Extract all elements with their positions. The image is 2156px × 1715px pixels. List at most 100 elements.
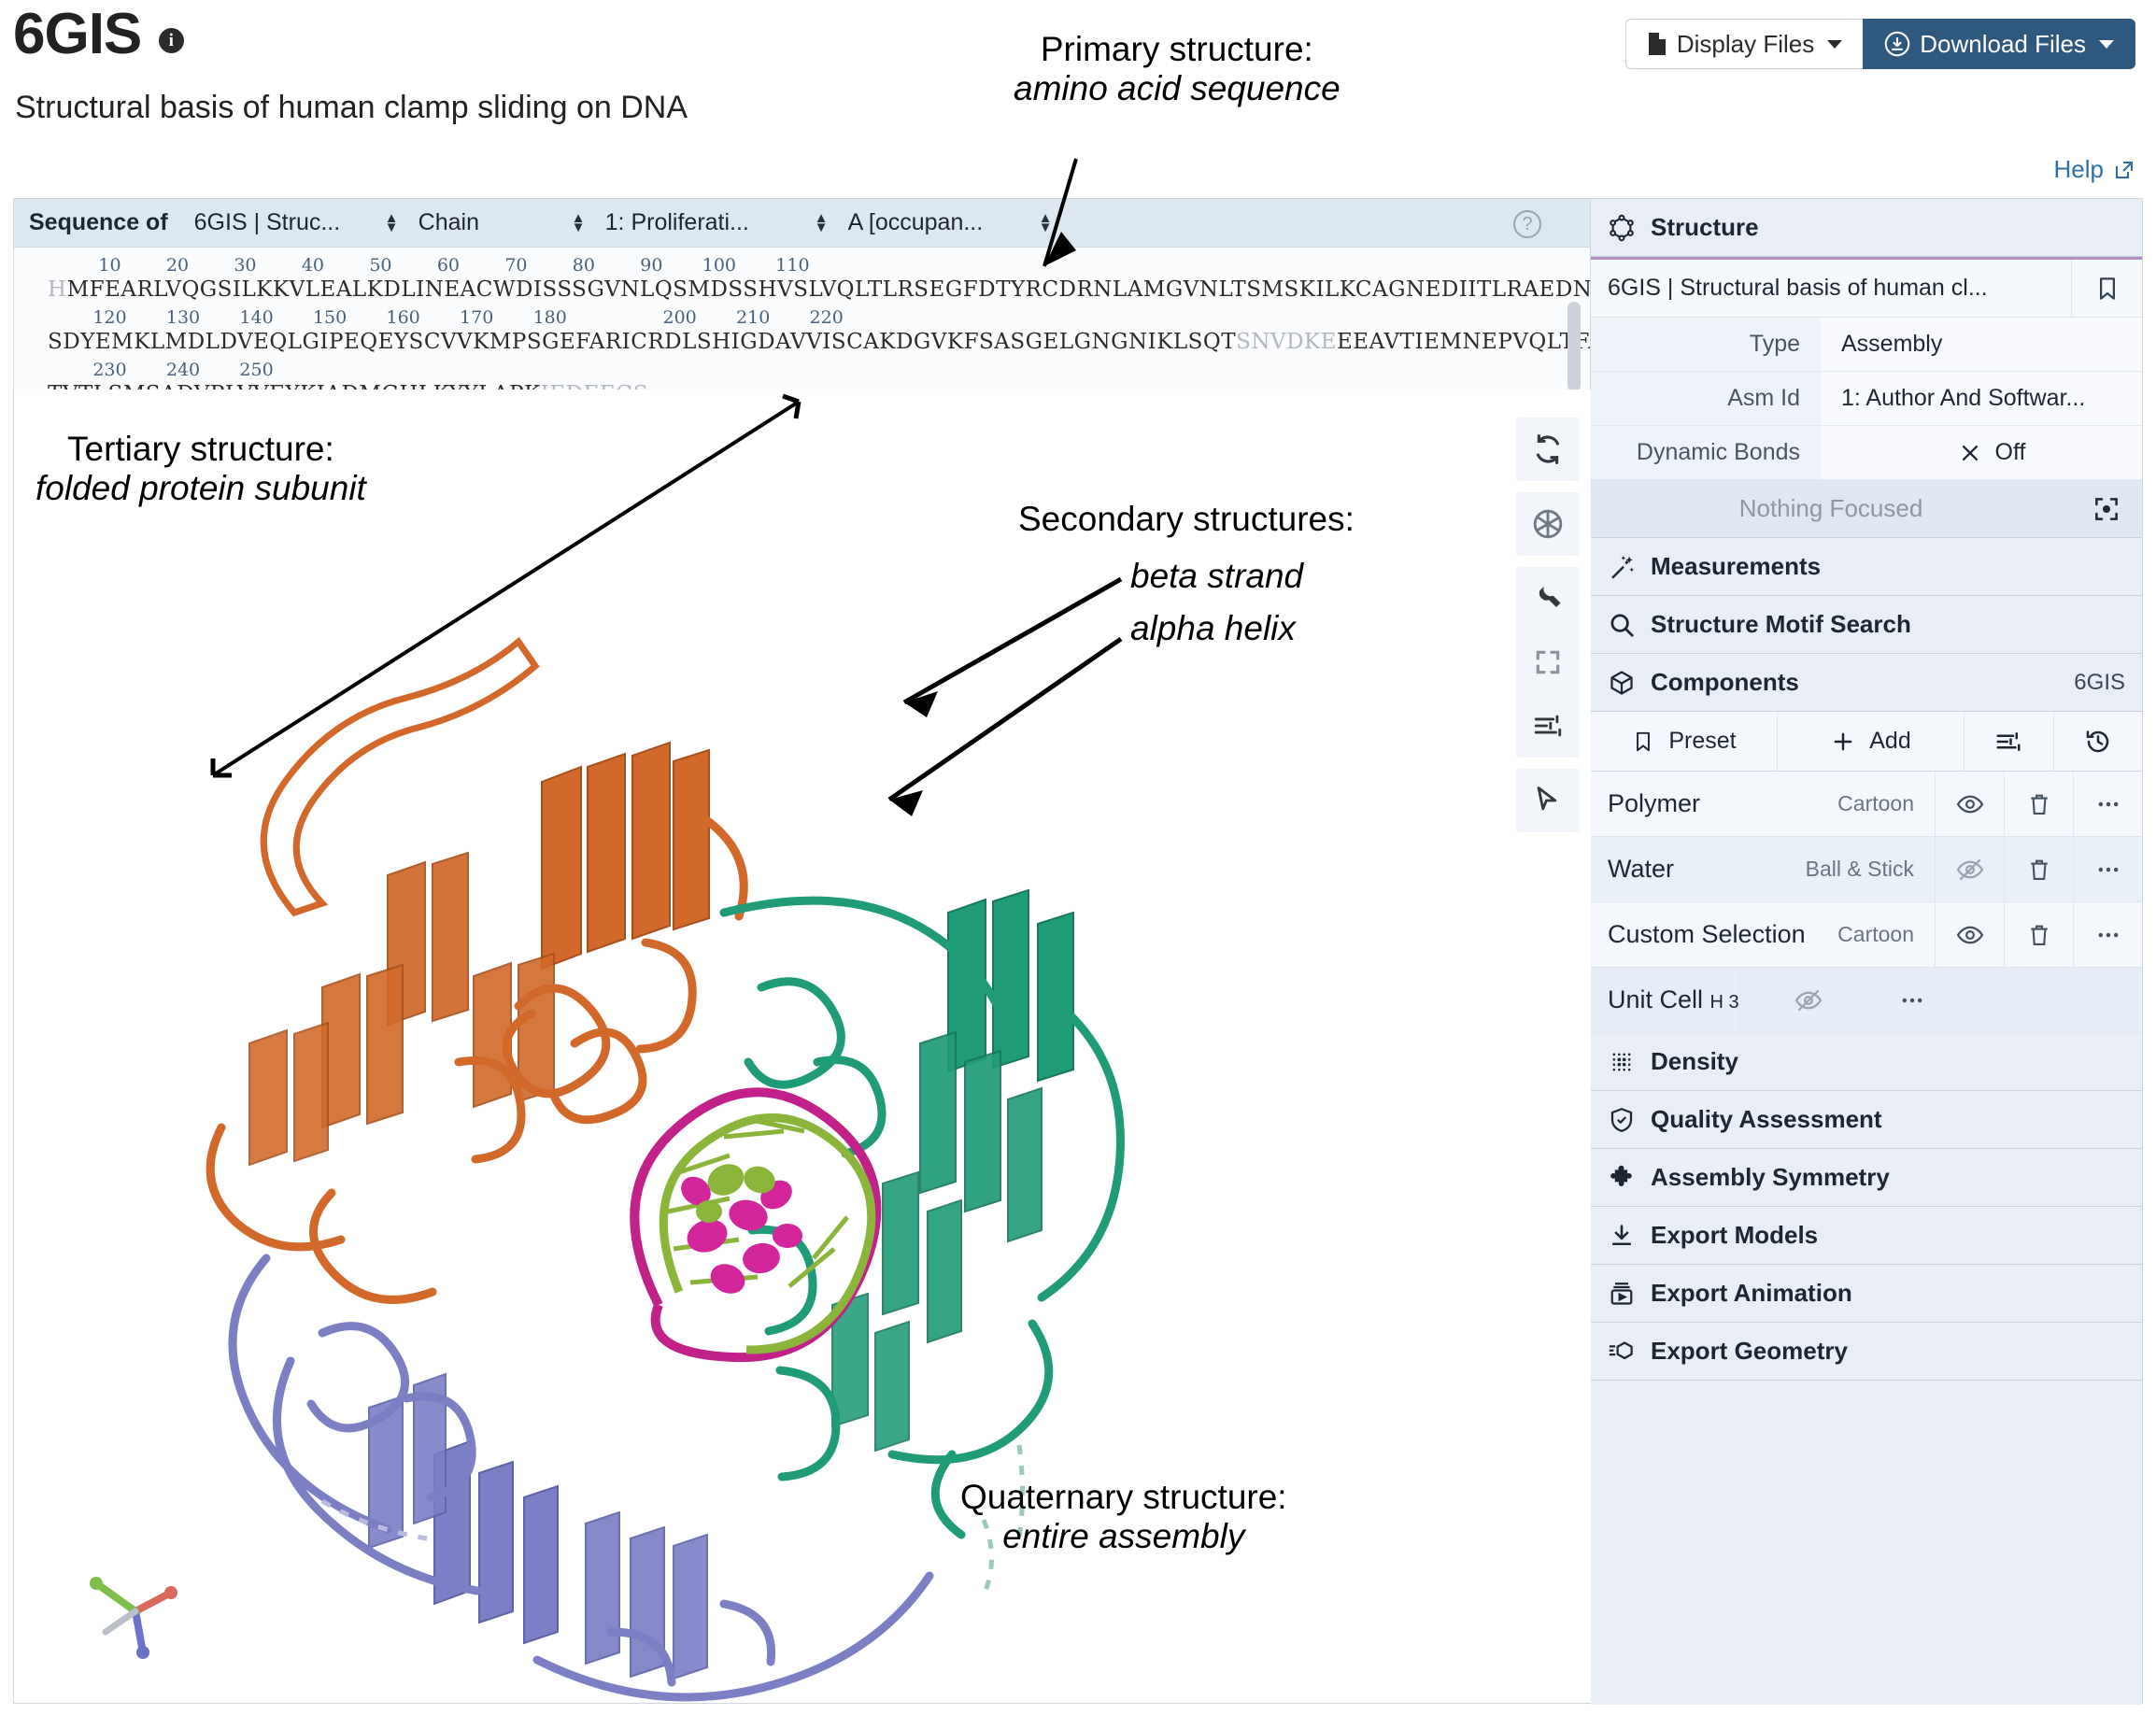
component-row-water[interactable]: Water Ball & Stick: [1591, 836, 2142, 902]
viewer-toolbar: [1516, 418, 1580, 843]
preset-button[interactable]: Preset: [1591, 712, 1778, 771]
component-representation: Ball & Stick: [1805, 857, 1914, 881]
component-name-text: Unit Cell: [1608, 985, 1704, 1013]
structure-hexagon-icon: [1608, 214, 1636, 242]
fullscreen-button[interactable]: [1516, 631, 1580, 694]
component-row-unit-cell[interactable]: Unit Cell H 3: [1591, 967, 2142, 1033]
component-row-custom-selection[interactable]: Custom Selection Cartoon: [1591, 901, 2142, 968]
dynamic-bonds-value: Off: [1994, 439, 2026, 465]
sequence-panel: Sequence of 6GIS | Struc... ▲ ▼ Chain ▲ ▼ …: [14, 199, 1591, 390]
sidebar-section-quality-assessment[interactable]: Quality Assessment: [1591, 1091, 2142, 1149]
molecule-render[interactable]: [14, 390, 1591, 1703]
sequence-segment-observed[interactable]: MFEARLVQGSILKKVLEALKDLINEACWDISSSGVNLQSM…: [67, 277, 1590, 302]
sidebar-section-export-models[interactable]: Export Models: [1591, 1207, 2142, 1265]
sidebar-section-export-animation[interactable]: Export Animation: [1591, 1265, 2142, 1323]
viewer-toolbar-group-2: [1516, 492, 1580, 556]
sequence-segment-unobserved[interactable]: H: [48, 277, 67, 302]
sequence-chainlabel-select[interactable]: Chain ▲ ▼: [413, 205, 590, 242]
header-actions: Display Files Download Files: [1624, 19, 2135, 69]
delete-trash-icon[interactable]: [2004, 836, 2073, 902]
sequence-entry-select[interactable]: 6GIS | Struc... ▲ ▼: [189, 205, 404, 242]
sequence-body[interactable]: 10 20 30 40 50 60 70 80 90 100 110 HMFEAR…: [14, 248, 1590, 390]
sequence-segment-unobserved[interactable]: IEDEEGS: [541, 382, 649, 390]
question-mark-icon[interactable]: ?: [1513, 210, 1541, 238]
sequence-chain-select[interactable]: A [occupan... ▲ ▼: [843, 205, 1057, 242]
bookmark-icon[interactable]: [2071, 259, 2142, 318]
sequence-segment-observed[interactable]: EEAVTIEMNEPVQLTFALRYLNFFTKATPLSS: [1337, 330, 1590, 354]
focus-status-text: Nothing Focused: [1738, 494, 1923, 522]
sequence-segment-observed[interactable]: SDYEMKLMDLDVEQLGIPEQEYSCVVKMPSGEFARICRDL…: [48, 330, 1236, 354]
component-history-button[interactable]: [2054, 712, 2143, 771]
measurements-label: Measurements: [1651, 552, 1822, 580]
visibility-eye-icon[interactable]: [1935, 901, 2004, 968]
selection-mode-button[interactable]: [1516, 769, 1580, 832]
page-subtitle: Structural basis of human clamp sliding …: [15, 90, 688, 125]
sequence-residues[interactable]: SDYEMKLMDLDVEQLGIPEQEYSCVVKMPSGEFARICRDL…: [48, 330, 1590, 358]
component-settings-button[interactable]: [1965, 712, 2054, 771]
sidebar-section-structure[interactable]: Structure: [1591, 199, 2142, 257]
component-row-polymer[interactable]: Polymer Cartoon: [1591, 771, 2142, 837]
focus-target-icon[interactable]: [2071, 480, 2142, 538]
shield-check-icon: [1608, 1106, 1636, 1134]
info-icon[interactable]: i: [158, 27, 184, 53]
sequence-line[interactable]: 230 240 250 TVTLSMSADVPLVVEYKIADMGHLKYYLA…: [48, 360, 1590, 390]
scrollbar-thumb[interactable]: [1567, 302, 1581, 390]
density-grid-icon: [1608, 1048, 1636, 1076]
sidebar-section-density[interactable]: Density: [1591, 1033, 2142, 1091]
chevron-updown-icon: ▲ ▼: [1038, 209, 1053, 235]
more-options-icon[interactable]: [1877, 967, 1947, 1033]
sequence-ruler: 10 20 30 40 50 60 70 80 90 100 110: [48, 255, 810, 276]
row-value-wrap[interactable]: Off: [1821, 426, 2142, 479]
delete-trash-icon[interactable]: [2004, 771, 2073, 837]
visibility-eye-off-icon[interactable]: [1738, 967, 1878, 1033]
toggle-controls-button[interactable]: [1516, 694, 1580, 758]
sidebar-section-assembly-symmetry[interactable]: Assembly Symmetry: [1591, 1149, 2142, 1207]
molstar-app: Sequence of 6GIS | Struc... ▲ ▼ Chain ▲ ▼ …: [13, 198, 2143, 1705]
more-options-icon[interactable]: [2073, 771, 2142, 837]
sidebar-section-measurements[interactable]: Measurements: [1591, 538, 2142, 596]
screenshot-button[interactable]: [1516, 492, 1580, 556]
row-key: Type: [1591, 318, 1821, 371]
download-files-label: Download Files: [1920, 29, 2086, 58]
row-value[interactable]: Assembly: [1821, 318, 2142, 371]
delete-trash-icon[interactable]: [2004, 901, 2073, 968]
component-name: Water: [1608, 855, 1675, 883]
sequence-segment-unobserved[interactable]: SNVDKE: [1236, 330, 1337, 354]
dna-ligand: [630, 1087, 882, 1363]
structure-row-asm-id: Asm Id 1: Author And Softwar...: [1591, 372, 2142, 426]
component-representation: Cartoon: [1837, 791, 1914, 815]
chevron-down-icon: [1827, 39, 1843, 49]
sequence-of-label: Sequence of: [29, 209, 168, 235]
sequence-line[interactable]: 120 130 140 150 160 170 180 200 210 220 S…: [48, 307, 1590, 358]
row-value[interactable]: 1: Author And Softwar...: [1821, 372, 2142, 425]
sequence-chain-value: A [occupan...: [847, 209, 984, 235]
more-options-icon[interactable]: [2073, 836, 2142, 902]
sequence-segment-observed[interactable]: TVTLSMSADVPLVVEYKIADMGHLKYYLAPK: [48, 382, 541, 390]
structure-viewer[interactable]: [14, 390, 1591, 1703]
sidebar-section-export-geometry[interactable]: Export Geometry: [1591, 1323, 2142, 1381]
reset-camera-button[interactable]: [1516, 418, 1580, 481]
download-files-button[interactable]: Download Files: [1863, 19, 2135, 69]
add-label: Add: [1869, 728, 1911, 754]
sequence-residues[interactable]: HMFEARLVQGSILKKVLEALKDLINEACWDISSSGVNLQS…: [48, 277, 1590, 305]
visibility-eye-icon[interactable]: [1935, 771, 2004, 837]
help-link[interactable]: Help: [2054, 155, 2135, 184]
sequence-line[interactable]: 10 20 30 40 50 60 70 80 90 100 110 HMFEAR…: [48, 255, 1590, 305]
sequence-residues[interactable]: TVTLSMSADVPLVVEYKIADMGHLKYYLAPKIEDEEGS: [48, 382, 1590, 390]
component-name: Custom Selection: [1608, 920, 1806, 948]
display-files-button[interactable]: Display Files: [1624, 19, 1864, 69]
components-actions: Preset Add: [1591, 712, 2142, 772]
viewer-settings-button[interactable]: [1516, 567, 1580, 631]
sequence-entity-select[interactable]: 1: Proliferati... ▲ ▼: [600, 205, 833, 242]
sidebar-section-components[interactable]: Components 6GIS: [1591, 654, 2142, 712]
component-name: Polymer: [1608, 789, 1701, 817]
visibility-eye-off-icon[interactable]: [1935, 836, 2004, 902]
component-representation: Cartoon: [1837, 922, 1914, 946]
sequence-chainlabel-value: Chain: [418, 209, 479, 235]
sequence-scrollbar[interactable]: [1567, 302, 1581, 390]
x-icon: [1958, 441, 1982, 465]
add-button[interactable]: Add: [1778, 712, 1965, 771]
sequence-toolbar: Sequence of 6GIS | Struc... ▲ ▼ Chain ▲ ▼ …: [14, 199, 1590, 248]
sidebar-section-structure-motif-search[interactable]: Structure Motif Search: [1591, 596, 2142, 654]
more-options-icon[interactable]: [2073, 901, 2142, 968]
